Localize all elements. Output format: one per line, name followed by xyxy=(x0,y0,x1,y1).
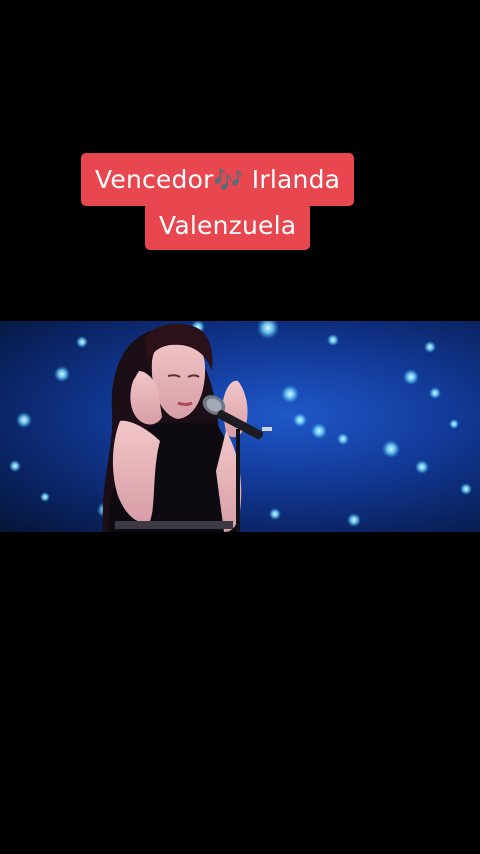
singer-figure xyxy=(102,323,248,532)
caption-line-2: Valenzuela xyxy=(145,203,311,250)
video-frame[interactable] xyxy=(0,321,480,532)
video-scene xyxy=(9,321,472,532)
video-screen[interactable]: Vencedor🎶 Irlanda Valenzuela xyxy=(0,0,480,854)
caption-text-irlanda: Irlanda xyxy=(243,165,341,194)
caption-line-1: Vencedor🎶 Irlanda xyxy=(81,153,355,206)
caption-text-valenzuela: Valenzuela xyxy=(159,211,297,240)
caption-text-vencedor: Vencedor xyxy=(95,165,214,194)
musical-notes-icon: 🎶 xyxy=(213,166,244,194)
